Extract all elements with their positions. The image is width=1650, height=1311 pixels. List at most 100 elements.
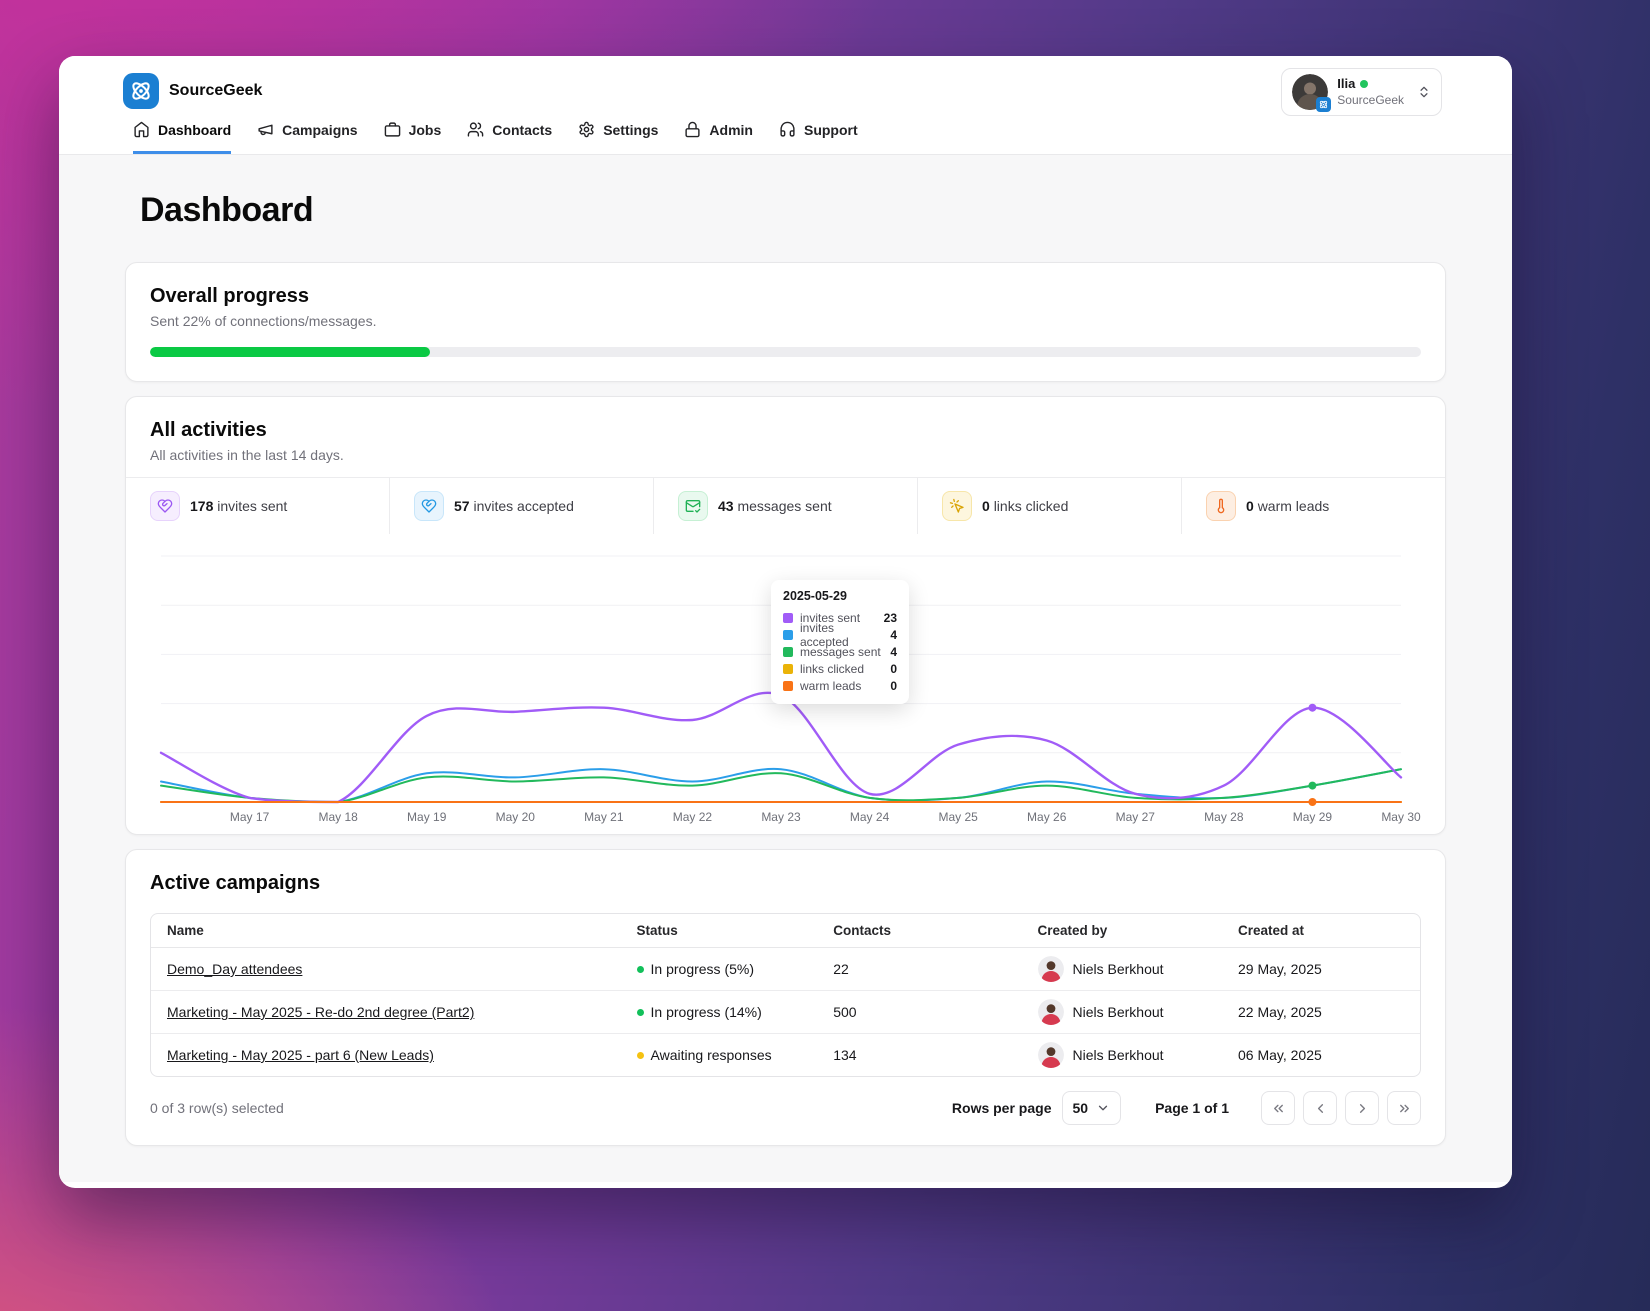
chevrons-up-down-icon — [1417, 85, 1431, 99]
heart-handshake-icon — [150, 491, 180, 521]
tab-dashboard[interactable]: Dashboard — [133, 121, 232, 154]
legend-swatch — [783, 629, 793, 640]
svg-text:May 27: May 27 — [1116, 810, 1156, 824]
status-badge: In progress (14%) — [650, 1004, 762, 1020]
pointer-click-icon — [942, 491, 972, 521]
overall-progress-title: Overall progress — [150, 285, 309, 307]
app-name: SourceGeek — [169, 82, 263, 99]
chevrons-right-icon — [1397, 1101, 1412, 1116]
rows-per-page-label: Rows per page — [951, 1100, 1052, 1116]
all-activities-title: All activities — [150, 419, 267, 441]
status-dot — [636, 1051, 644, 1059]
activity-chart[interactable]: May 17 May 18 May 19 May 20 May 21 May 22 May … — [126, 534, 1444, 834]
tab-support[interactable]: Support — [779, 121, 858, 154]
sourcegeek-logo-icon — [123, 73, 159, 109]
home-icon — [133, 121, 150, 138]
table-footer: 0 of 3 row(s) selected Rows per page 50 … — [150, 1091, 1421, 1125]
next-page-button[interactable] — [1345, 1091, 1379, 1125]
chevron-down-icon — [1096, 1101, 1110, 1115]
legend-swatch — [783, 646, 793, 657]
last-page-button[interactable] — [1387, 1091, 1421, 1125]
tooltip-date: 2025-05-29 — [783, 589, 847, 603]
nav-label: Support — [803, 121, 858, 138]
svg-text:May 18: May 18 — [318, 810, 358, 824]
users-icon — [467, 121, 484, 138]
campaign-link[interactable]: Marketing - May 2025 - part 6 (New Leads… — [167, 1047, 434, 1063]
user-menu[interactable]: Ilia SourceGeek — [1281, 68, 1442, 116]
rows-per-page-select[interactable]: 50 — [1061, 1091, 1122, 1125]
svg-text:May 23: May 23 — [761, 810, 801, 824]
table-row[interactable]: Marketing - May 2025 - part 6 (New Leads… — [151, 1034, 1420, 1077]
progress-bar — [150, 347, 1421, 357]
stat-invites-sent: 178 invites sent — [126, 478, 390, 534]
campaigns-table: Name Status Contacts Created by Created … — [151, 914, 1420, 1076]
sourcegeek-badge-icon — [1316, 97, 1332, 112]
user-avatar — [1292, 74, 1332, 112]
user-org: SourceGeek — [1337, 92, 1404, 107]
svg-text:May 26: May 26 — [1027, 810, 1067, 824]
created-at-date: 29 May, 2025 — [1222, 947, 1420, 991]
chevron-right-icon — [1355, 1101, 1370, 1116]
page-title: Dashboard — [140, 191, 314, 229]
active-campaigns-card: Active campaigns Name Status Contacts Cr… — [125, 849, 1446, 1146]
col-contacts: Contacts — [817, 914, 1022, 948]
all-activities-card: All activities All activities in the las… — [125, 396, 1446, 835]
nav-label: Settings — [603, 121, 659, 138]
contacts-count: 134 — [833, 1047, 857, 1063]
tab-contacts[interactable]: Contacts — [467, 121, 552, 154]
campaign-link[interactable]: Demo_Day attendees — [167, 961, 302, 977]
avatar — [1038, 956, 1064, 982]
col-status: Status — [620, 914, 818, 948]
tab-jobs[interactable]: Jobs — [384, 121, 441, 154]
legend-swatch — [783, 663, 793, 674]
svg-text:May 25: May 25 — [938, 810, 978, 824]
campaign-link[interactable]: Marketing - May 2025 - Re-do 2nd degree … — [167, 1004, 474, 1020]
activity-stats-row: 178 invites sent 57 invites accepted 43 … — [126, 477, 1445, 534]
created-by-name: Niels Berkhout — [1072, 1004, 1164, 1020]
svg-text:May 21: May 21 — [584, 810, 624, 824]
rows-selected-text: 0 of 3 row(s) selected — [150, 1100, 284, 1116]
table-row[interactable]: Marketing - May 2025 - Re-do 2nd degree … — [151, 990, 1420, 1034]
col-created-by: Created by — [1021, 914, 1222, 948]
nav-label: Dashboard — [158, 121, 232, 138]
overall-progress-subtitle: Sent 22% of connections/messages. — [150, 313, 377, 329]
table-row[interactable]: Demo_Day attendees In progress (5%) 22 N… — [151, 947, 1420, 991]
created-by-name: Niels Berkhout — [1072, 1047, 1164, 1063]
status-badge: In progress (5%) — [650, 961, 754, 977]
nav-label: Admin — [709, 121, 753, 138]
app-window: SourceGeek Dashboard Campaigns Jobs Cont… — [59, 56, 1512, 1188]
thermometer-icon — [1206, 491, 1236, 521]
col-name: Name — [151, 914, 621, 948]
prev-page-button[interactable] — [1303, 1091, 1337, 1125]
active-campaigns-title: Active campaigns — [150, 872, 321, 894]
main-nav: Dashboard Campaigns Jobs Contacts Settin… — [133, 121, 1442, 154]
created-by-name: Niels Berkhout — [1072, 961, 1164, 977]
gear-icon — [578, 121, 595, 138]
nav-label: Contacts — [492, 121, 553, 138]
legend-swatch — [783, 612, 793, 623]
svg-text:May 19: May 19 — [407, 810, 447, 824]
tab-campaigns[interactable]: Campaigns — [257, 121, 358, 154]
status-dot — [636, 1008, 644, 1016]
svg-text:May 24: May 24 — [850, 810, 890, 824]
main-content: Dashboard Overall progress Sent 22% of c… — [59, 155, 1512, 1182]
mail-check-icon — [678, 491, 708, 521]
tab-admin[interactable]: Admin — [684, 121, 753, 154]
heart-handshake-icon — [414, 491, 444, 521]
headset-icon — [779, 121, 796, 138]
contacts-count: 22 — [817, 947, 1022, 991]
svg-text:May 22: May 22 — [673, 810, 713, 824]
chart-tooltip: 2025-05-29 invites sent 23 invites accept… — [771, 580, 909, 704]
user-name: Ilia — [1337, 75, 1356, 91]
briefcase-icon — [384, 121, 401, 138]
all-activities-subtitle: All activities in the last 14 days. — [150, 447, 344, 463]
chevrons-left-icon — [1271, 1101, 1286, 1116]
col-created-at: Created at — [1222, 914, 1420, 948]
status-dot — [636, 965, 644, 973]
status-badge: Awaiting responses — [650, 1047, 772, 1063]
first-page-button[interactable] — [1261, 1091, 1295, 1125]
megaphone-icon — [257, 121, 274, 138]
tab-settings[interactable]: Settings — [578, 121, 658, 154]
stat-warm-leads: 0 warm leads — [1182, 478, 1445, 534]
chevron-left-icon — [1313, 1101, 1328, 1116]
